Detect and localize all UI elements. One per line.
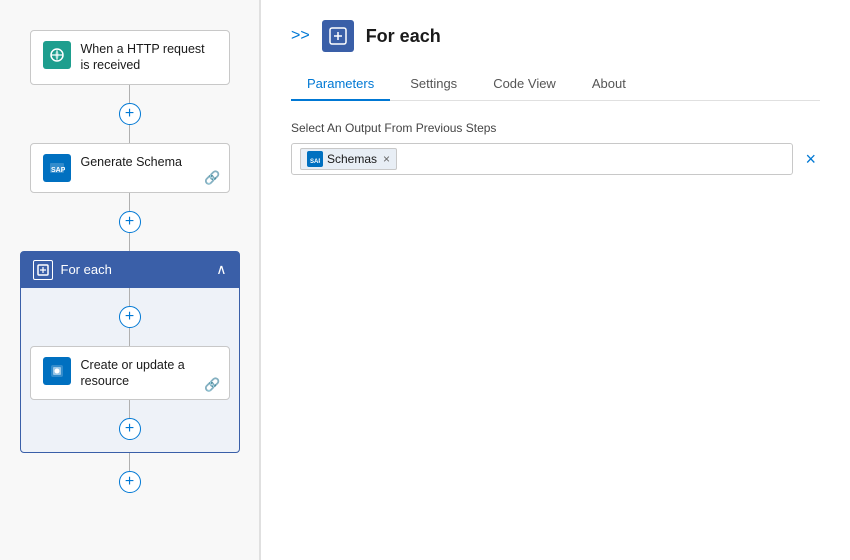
- inner-line2: [129, 328, 131, 346]
- panel-title: For each: [366, 26, 441, 47]
- chevron-up-icon[interactable]: ∧: [216, 261, 226, 278]
- tag-sap-icon: SAP: [307, 151, 323, 167]
- inner-line3: [129, 400, 131, 418]
- http-node[interactable]: When a HTTP request is received: [30, 30, 230, 85]
- panel-node-icon: [322, 20, 354, 52]
- line: [129, 85, 131, 103]
- loop-icon: [33, 260, 53, 280]
- http-node-title: When a HTTP request is received: [81, 41, 217, 74]
- add-inside-bottom[interactable]: +: [119, 418, 141, 440]
- sap-icon: SAP: [43, 154, 71, 182]
- for-each-label: For each: [61, 262, 112, 277]
- line4: [129, 233, 131, 251]
- resource-icon: [43, 357, 71, 385]
- tag-close-btn[interactable]: ×: [383, 152, 390, 166]
- schema-node-title: Generate Schema: [81, 154, 182, 170]
- line3: [129, 193, 131, 211]
- add-inside-top[interactable]: +: [119, 306, 141, 328]
- add-between-2[interactable]: +: [119, 211, 141, 233]
- flow-container: When a HTTP request is received + SAP Ge…: [0, 20, 259, 503]
- field-label: Select An Output From Previous Steps: [291, 121, 820, 135]
- panel-header: >> For each: [291, 20, 820, 52]
- for-each-container: For each ∧ +: [20, 251, 240, 454]
- resource-node[interactable]: Create or update a resource 🔗: [30, 346, 230, 401]
- link-icon-schema: 🔗: [204, 170, 220, 186]
- final-line: [129, 453, 131, 471]
- link-icon-resource: 🔗: [204, 377, 220, 393]
- for-each-body: + Create or update a resource 🔗: [21, 288, 239, 453]
- tag-label: Schemas: [327, 152, 377, 166]
- http-icon: [43, 41, 71, 69]
- for-each-header-left: For each: [33, 260, 112, 280]
- add-final[interactable]: +: [119, 471, 141, 493]
- inner-connector-1: +: [119, 288, 141, 346]
- output-selector-input[interactable]: SAP Schemas ×: [291, 143, 793, 175]
- tab-parameters[interactable]: Parameters: [291, 68, 390, 101]
- tabs-bar: Parameters Settings Code View About: [291, 68, 820, 101]
- add-between-1[interactable]: +: [119, 103, 141, 125]
- tab-code-view[interactable]: Code View: [477, 68, 572, 101]
- flow-canvas: When a HTTP request is received + SAP Ge…: [0, 0, 260, 560]
- schema-node[interactable]: SAP Generate Schema 🔗: [30, 143, 230, 193]
- back-arrows[interactable]: >>: [291, 27, 310, 45]
- clear-all-btn[interactable]: ×: [801, 149, 820, 170]
- svg-text:SAP: SAP: [310, 159, 320, 164]
- inner-connector-2: +: [119, 400, 141, 440]
- right-panel: >> For each Parameters Settings Code Vie…: [261, 0, 850, 560]
- schemas-tag: SAP Schemas ×: [300, 148, 397, 170]
- connector-2: +: [119, 193, 141, 251]
- connector-1: +: [119, 85, 141, 143]
- tab-settings[interactable]: Settings: [394, 68, 473, 101]
- tab-about[interactable]: About: [576, 68, 642, 101]
- for-each-header[interactable]: For each ∧: [21, 252, 239, 288]
- inner-line1: [129, 288, 131, 306]
- connector-final: +: [119, 453, 141, 493]
- resource-node-title: Create or update a resource: [81, 357, 217, 390]
- svg-text:SAP: SAP: [51, 167, 65, 174]
- line2: [129, 125, 131, 143]
